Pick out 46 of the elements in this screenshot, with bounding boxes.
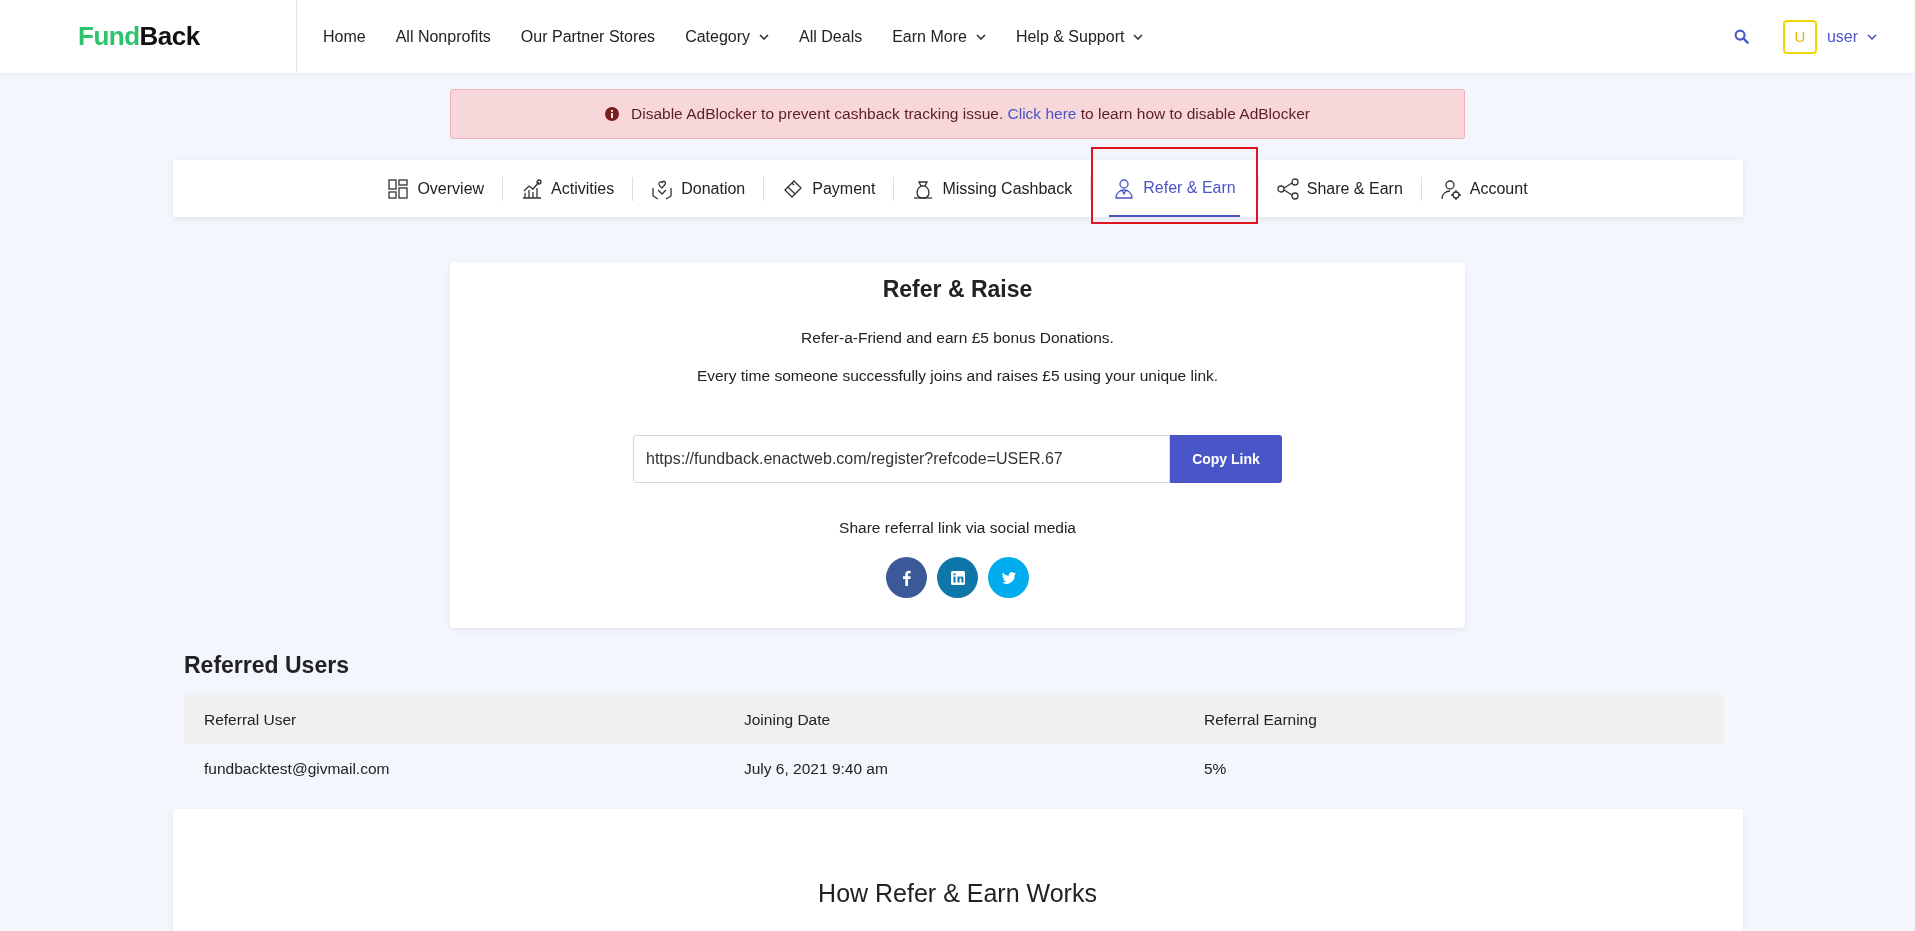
table-cell-text: fundbacktest@givmail.com	[204, 759, 391, 778]
nav-link[interactable]: All Deals	[799, 27, 863, 46]
tab[interactable]: Payment	[782, 160, 876, 217]
nav-link[interactable]: All Nonprofits	[395, 27, 491, 46]
tab[interactable]: Share & Earn	[1276, 160, 1403, 217]
column-header: Referral Earning	[1204, 710, 1318, 729]
twitter-icon	[1000, 569, 1017, 586]
bar-chart-icon	[521, 177, 544, 200]
description-text: Refer-a-Friend and earn £5 bonus Donations.	[801, 329, 1114, 347]
user-gear-icon	[1439, 177, 1462, 200]
account-dropdown[interactable]: user	[1826, 27, 1877, 46]
tab[interactable]: Overview	[387, 160, 485, 217]
table-cell-text: July 6, 2021 9:40 am	[744, 759, 889, 778]
copy-link-button[interactable]: Copy Link	[1170, 435, 1282, 483]
nav-link[interactable]: Category	[685, 27, 770, 46]
nav-link[interactable]: Our Partner Stores	[520, 27, 656, 46]
table-cell-text: 5%	[1204, 759, 1228, 778]
chevron-down-icon	[1867, 33, 1877, 40]
logo[interactable]: FundBack	[78, 21, 200, 52]
description-text: Every time someone successfully joins and raises £5 using your unique link.	[696, 367, 1219, 385]
tab[interactable]: Donation	[651, 160, 746, 217]
alert-message: Disable AdBlocker to prevent cashback tracking issue. Click here to learn how to disable AdBlocker	[631, 105, 1310, 123]
info-icon	[605, 107, 620, 121]
referral-link-field[interactable]: https://fundback.enactweb.com/register?refcode=USER.67	[633, 435, 1170, 483]
nav-link[interactable]: Help & Support	[1015, 27, 1144, 46]
person-icon	[1113, 176, 1136, 199]
search-icon[interactable]	[1733, 29, 1749, 44]
column-header: Joining Date	[744, 710, 832, 729]
nav-link[interactable]: Earn More	[892, 27, 986, 46]
tab[interactable]: Account	[1439, 160, 1528, 217]
tab[interactable]: Refer & Earn	[1109, 160, 1240, 217]
card-title: Refer & Raise	[882, 276, 1033, 303]
grid-icon	[387, 177, 410, 200]
tab[interactable]: Missing Cashback	[912, 160, 1073, 217]
nav-link[interactable]: Home	[323, 27, 366, 46]
tab[interactable]: Activities	[521, 160, 615, 217]
click-here-link[interactable]: Click here	[1007, 105, 1077, 122]
share-label: Share referral link via social media	[839, 519, 1076, 537]
twitter-button[interactable]	[988, 557, 1029, 598]
section-title: How Refer & Earn Works	[818, 879, 1097, 909]
linkedin-button[interactable]	[937, 557, 978, 598]
facebook-button[interactable]	[886, 557, 927, 598]
column-header: Referral User	[204, 710, 298, 729]
linkedin-icon	[949, 569, 966, 586]
share-icon	[1276, 177, 1299, 200]
section-title: Referred Users	[184, 652, 350, 679]
